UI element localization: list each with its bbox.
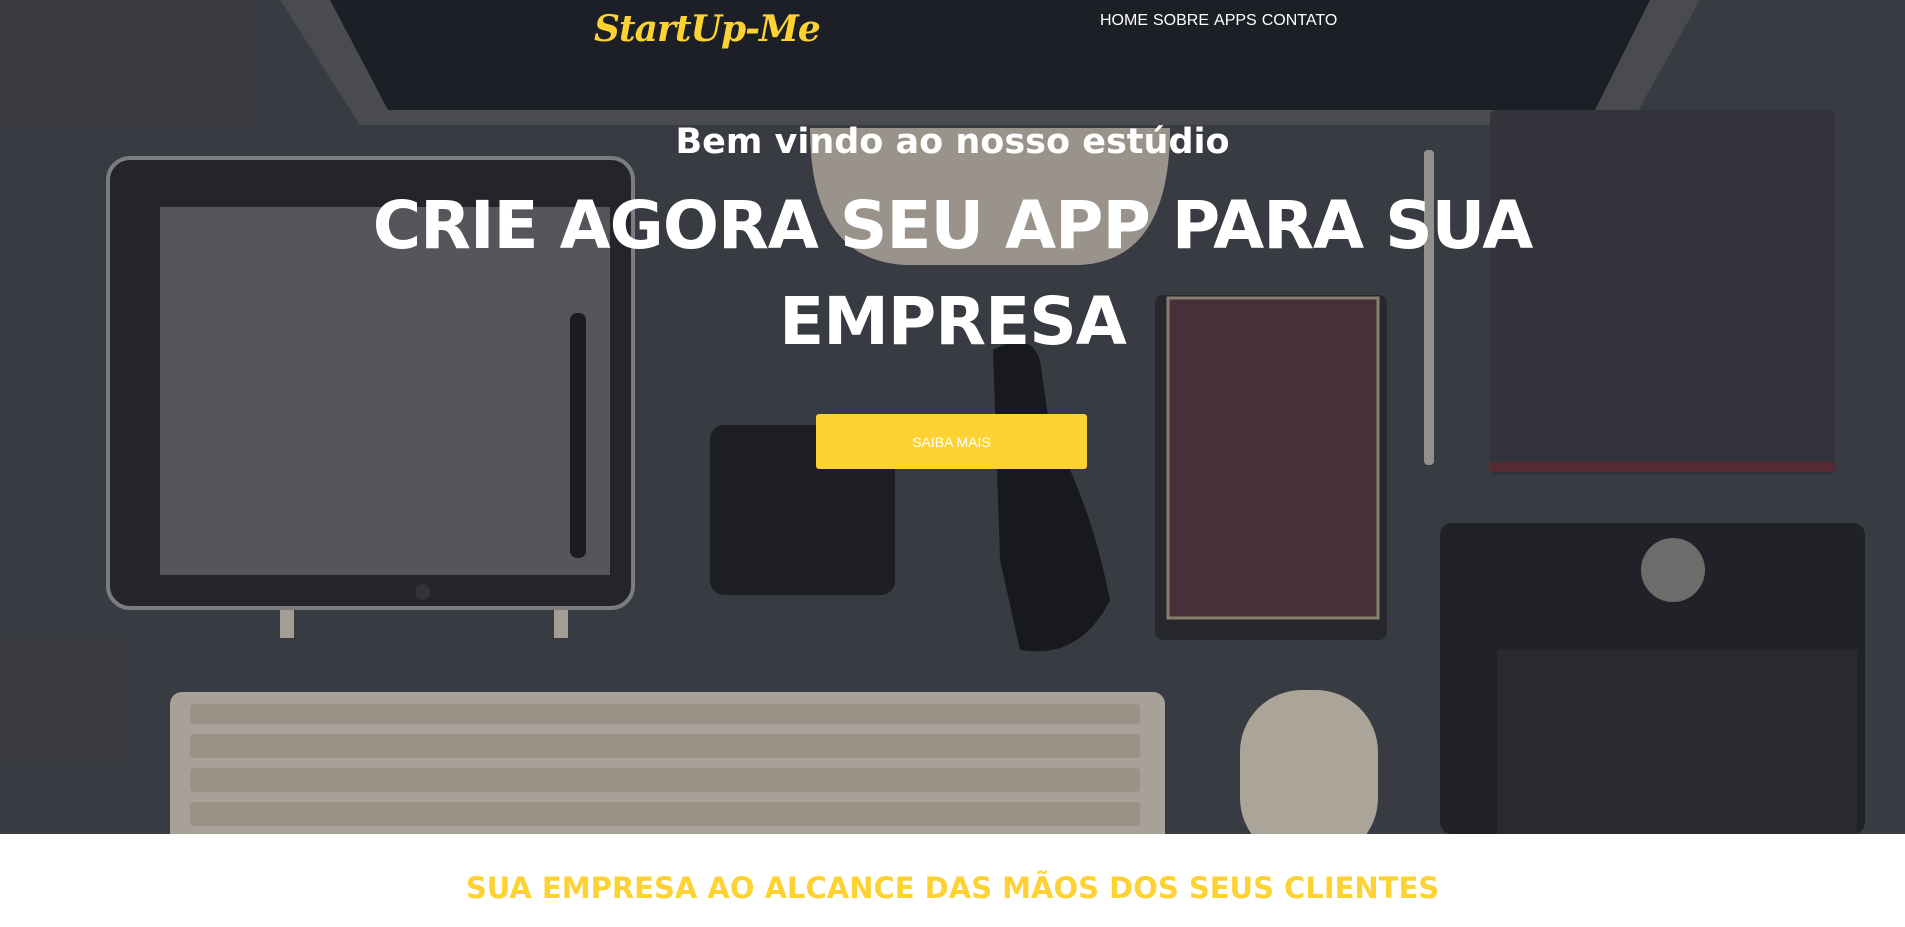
main-nav: HOME SOBRE APPS CONTATO <box>1100 12 1337 30</box>
saiba-mais-button[interactable]: SAIBA MAIS <box>816 414 1087 469</box>
nav-item-sobre[interactable]: SOBRE <box>1153 12 1209 30</box>
site-logo[interactable]: StartUp-Me <box>594 8 821 50</box>
nav-item-apps[interactable]: APPS <box>1214 12 1257 30</box>
nav-item-contato[interactable]: CONTATO <box>1262 12 1338 30</box>
hero-welcome-text: Bem vindo ao nosso estúdio <box>675 122 1230 162</box>
section-title: SUA EMPRESA AO ALCANCE DAS MÃOS DOS SEUS… <box>465 871 1440 905</box>
hero-section: StartUp-Me HOME SOBRE APPS CONTATO Bem v… <box>0 0 1905 834</box>
nav-item-home[interactable]: HOME <box>1100 12 1148 30</box>
hero-headline: CRIE AGORA SEU APP PARA SUA EMPRESA <box>372 187 1534 360</box>
